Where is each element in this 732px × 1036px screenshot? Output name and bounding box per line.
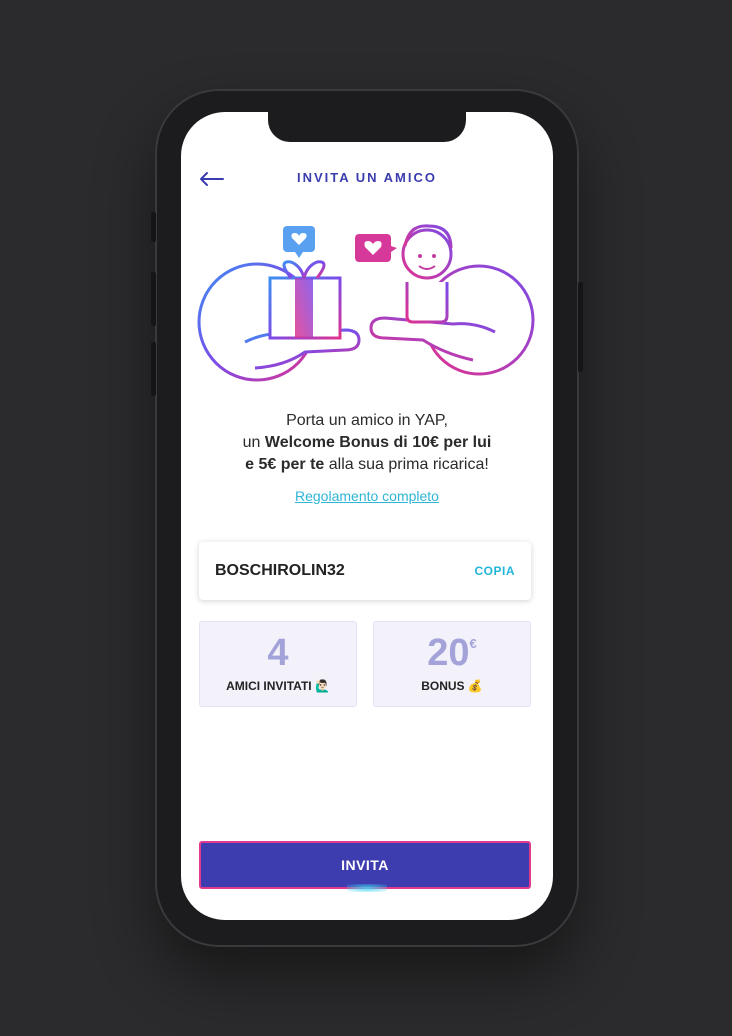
referral-code-card: BOSCHIROLIN32 COPIA xyxy=(199,542,531,600)
invite-button[interactable]: INVITA xyxy=(199,841,531,889)
promo-line-2: un Welcome Bonus di 10€ per lui xyxy=(201,432,533,454)
promo-line-3-suffix: alla sua prima ricarica! xyxy=(324,456,489,473)
copy-button[interactable]: COPIA xyxy=(474,564,515,578)
phone-notch xyxy=(268,112,466,142)
page-title: INVITA UN AMICO xyxy=(296,170,437,185)
rules-link[interactable]: Regolamento completo xyxy=(181,488,553,504)
stat-bonus: 20€ BONUS 💰 xyxy=(373,621,531,707)
stat-invited-label: AMICI INVITATI 🙋🏻‍♂️ xyxy=(226,679,330,693)
stat-invited-friends: 4 AMICI INVITATI 🙋🏻‍♂️ xyxy=(199,621,357,707)
phone-power-button xyxy=(578,282,583,372)
promo-text: Porta un amico in YAP, un Welcome Bonus … xyxy=(201,410,533,476)
promo-line-1: Porta un amico in YAP, xyxy=(286,412,448,429)
stat-bonus-unit: € xyxy=(469,636,477,651)
referral-code: BOSCHIROLIN32 xyxy=(215,562,345,579)
phone-side-button xyxy=(151,212,156,242)
stat-bonus-label: BONUS 💰 xyxy=(421,679,483,693)
stat-bonus-value: 20 xyxy=(427,632,470,674)
button-glow xyxy=(347,884,387,892)
promo-line-3: e 5€ per te alla sua prima ricarica! xyxy=(201,454,533,476)
friends-gift-illustration xyxy=(197,224,535,382)
stat-bonus-value-wrap: 20€ xyxy=(374,632,530,675)
promo-line-3-bold: e 5€ per te xyxy=(245,456,325,473)
app-screen: INVITA UN AMICO Porta un amico in YAP, u… xyxy=(181,112,553,920)
phone-volume-up xyxy=(151,272,156,326)
promo-line-2-bold: Welcome Bonus di 10€ per lui xyxy=(264,434,492,451)
stat-invited-value: 4 xyxy=(267,632,289,674)
promo-line-2-prefix: un xyxy=(242,434,265,451)
phone-volume-down xyxy=(151,342,156,396)
